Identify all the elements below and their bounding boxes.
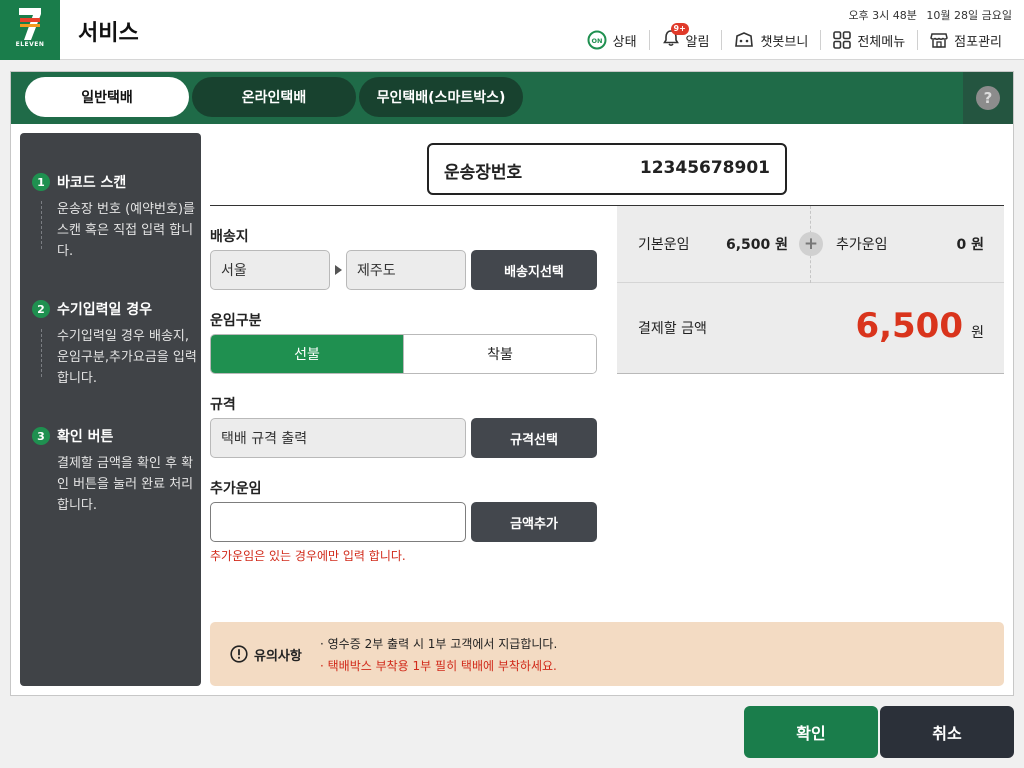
step-description: 운송장 번호 (예약번호)를 스캔 혹은 직접 입력 합니다. [57, 202, 196, 259]
brand-text: ELEVEN [15, 41, 45, 48]
nav-status[interactable]: ON 상태 [575, 30, 649, 50]
nav-chatbot-label: 챗봇브니 [760, 34, 809, 50]
fare-type-label: 운임구분 [210, 313, 262, 329]
guide-sidebar: 1 바코드 스캔 운송장 번호 (예약번호)를 스캔 혹은 직접 입력 합니다.… [20, 133, 201, 686]
step-description: 결제할 금액을 확인 후 확인 버튼을 눌러 완료 처리 합니다. [57, 456, 194, 513]
step-number: 3 [32, 427, 50, 445]
step-title: 수기입력일 경우 [57, 302, 153, 318]
caution-notice: 유의사항 · 영수증 2부 출력 시 1부 고객에서 지급합니다. · 택배박스… [210, 622, 1004, 686]
status-on-icon: ON [587, 30, 607, 50]
tracking-number-value: 12345678901 [639, 158, 770, 178]
tab-online-parcel[interactable]: 온라인택배 [192, 77, 356, 117]
extra-fee-note: 추가운임은 있는 경우에만 입력 합니다. [210, 549, 406, 563]
size-label: 규격 [210, 397, 236, 413]
destination-field: 제주도 [346, 250, 466, 290]
tab-smartbox-parcel[interactable]: 무인택배(스마트박스) [359, 77, 523, 117]
size-field: 택배 규격 출력 [210, 418, 466, 458]
step-description: 수기입력일 경우 배송지, 운임구분,추가요금을 입력 합니다. [57, 329, 197, 386]
seven-logo-mark [19, 8, 41, 40]
nav-all-menu[interactable]: 전체메뉴 [820, 30, 917, 50]
help-button[interactable]: ? [976, 86, 1000, 110]
plus-icon: + [799, 232, 823, 256]
datetime: 오후 3시 48분 10월 28일 금요일 [842, 7, 1012, 23]
step-connector [41, 329, 42, 377]
fare-type-toggle: 선불 착불 [210, 334, 597, 374]
extra-fare-value: 0 원 [956, 237, 985, 253]
caution-line: · 영수증 2부 출력 시 1부 고객에서 지급합니다. [320, 637, 558, 651]
base-fare-label: 기본운임 [638, 237, 690, 253]
fare-type-prepaid[interactable]: 선불 [211, 335, 403, 373]
step-number: 2 [32, 300, 50, 318]
step-connector [41, 201, 42, 249]
top-header: ELEVEN 서비스 오후 3시 48분 10월 28일 금요일 ON 상태 9… [0, 0, 1024, 60]
payment-amount-unit: 원 [971, 325, 984, 341]
destination-label: 배송지 [210, 229, 249, 245]
seven-eleven-logo: ELEVEN [0, 0, 60, 60]
nav-status-label: 상태 [612, 34, 637, 50]
nav-notifications-label: 알림 [685, 34, 710, 50]
caution-line-warning: · 택배박스 부착용 1부 필히 택배에 부착하세요. [320, 659, 557, 673]
step-title: 바코드 스캔 [57, 175, 127, 191]
origin-field: 서울 [210, 250, 330, 290]
tracking-number-label: 운송장번호 [444, 163, 523, 183]
cancel-button[interactable]: 취소 [880, 706, 1014, 758]
page-title: 서비스 [78, 21, 139, 46]
tab-general-parcel[interactable]: 일반택배 [25, 77, 189, 117]
nav-notifications[interactable]: 9+ 알림 [648, 23, 722, 51]
header-nav: ON 상태 9+ 알림 챗봇브니 전체메뉴 점포관리 [575, 23, 1014, 51]
arrow-right-icon [335, 265, 342, 275]
extra-fare-label: 추가운임 [836, 237, 888, 253]
caution-title: 유의사항 [254, 649, 302, 664]
payment-amount-value: 6,500 [855, 306, 963, 346]
fare-summary: 기본운임 6,500 원 + 추가운임 0 원 결제할 금액 6,500 원 [617, 206, 1004, 374]
fare-type-cod[interactable]: 착불 [403, 335, 596, 373]
extra-fee-input[interactable] [210, 502, 466, 542]
select-destination-button[interactable]: 배송지선택 [471, 250, 597, 290]
help-area: ? [963, 72, 1013, 124]
tab-bar: 일반택배 온라인택배 무인택배(스마트박스) ? [11, 72, 1013, 124]
confirm-button[interactable]: 확인 [744, 706, 878, 758]
parcel-service-panel: 일반택배 온라인택배 무인택배(스마트박스) ? 1 바코드 스캔 운송장 번호… [10, 71, 1014, 696]
chatbot-icon [735, 32, 754, 47]
add-amount-button[interactable]: 금액추가 [471, 502, 597, 542]
exclamation-circle-icon [230, 645, 248, 663]
status-on-text: ON [591, 37, 602, 45]
nav-all-menu-label: 전체메뉴 [857, 34, 906, 50]
grid-menu-icon [833, 31, 852, 49]
date-text: 10월 28일 금요일 [926, 9, 1012, 22]
notification-badge: 9+ [670, 23, 689, 35]
select-size-button[interactable]: 규격선택 [471, 418, 597, 458]
step-title: 확인 버튼 [57, 429, 114, 445]
payment-amount-label: 결제할 금액 [638, 321, 707, 337]
store-icon [930, 33, 948, 48]
time-text: 오후 3시 48분 [848, 9, 917, 22]
nav-chatbot[interactable]: 챗봇브니 [721, 30, 820, 50]
nav-store-label: 점포관리 [954, 34, 1002, 50]
base-fare-value: 6,500 원 [726, 237, 789, 253]
extra-fee-label: 추가운임 [210, 481, 262, 497]
fare-breakdown-row: 기본운임 6,500 원 + 추가운임 0 원 [617, 206, 1004, 283]
bell-icon-wrap: 9+ [662, 23, 689, 51]
tracking-number-box[interactable]: 운송장번호 12345678901 [427, 143, 787, 195]
nav-store-management[interactable]: 점포관리 [917, 30, 1014, 50]
step-number: 1 [32, 173, 50, 191]
